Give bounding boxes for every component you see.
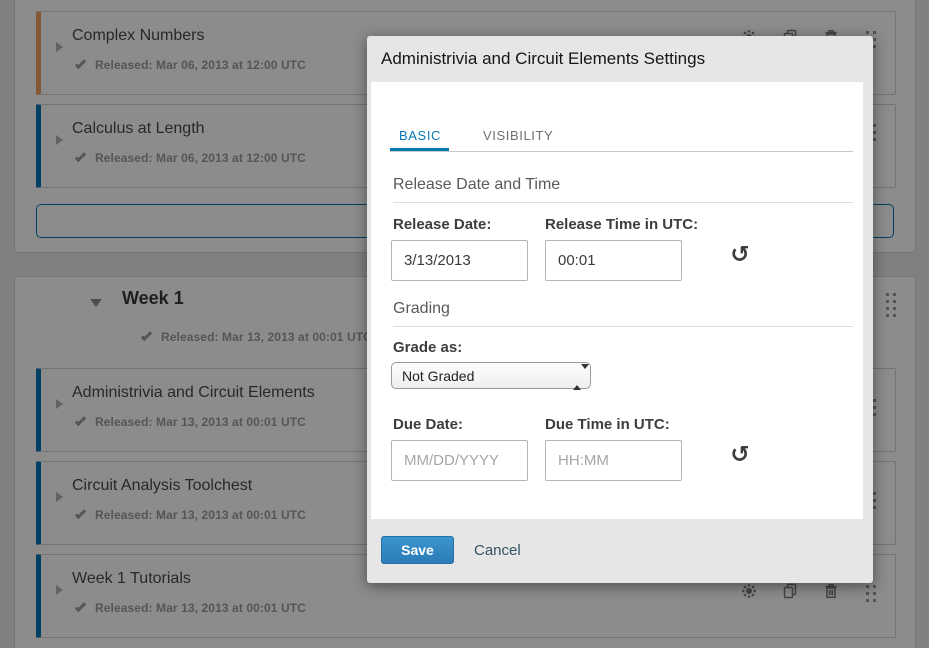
cancel-button[interactable]: Cancel bbox=[474, 542, 521, 559]
tabs-divider bbox=[390, 151, 853, 152]
grade-as-select[interactable]: Not Graded bbox=[391, 362, 591, 389]
due-date-input[interactable] bbox=[391, 440, 528, 481]
subsection-settings-modal: Administrivia and Circuit Elements Setti… bbox=[367, 36, 873, 583]
reset-due-icon[interactable]: ↻ bbox=[727, 442, 753, 468]
due-date-label: Due Date: bbox=[393, 416, 463, 433]
grade-as-label: Grade as: bbox=[393, 339, 462, 356]
due-time-label: Due Time in UTC: bbox=[545, 416, 670, 433]
release-date-label: Release Date: bbox=[393, 216, 491, 233]
grading-section-heading: Grading bbox=[393, 300, 450, 318]
tab-visibility[interactable]: VISIBILITY bbox=[483, 128, 553, 143]
save-button[interactable]: Save bbox=[381, 536, 454, 564]
release-time-label: Release Time in UTC: bbox=[545, 216, 698, 233]
reset-release-icon[interactable]: ↻ bbox=[727, 242, 753, 268]
release-time-input[interactable] bbox=[545, 240, 682, 281]
modal-title: Administrivia and Circuit Elements Setti… bbox=[381, 49, 705, 69]
release-section-heading: Release Date and Time bbox=[393, 176, 560, 194]
grade-as-value: Not Graded bbox=[402, 368, 474, 384]
tab-basic[interactable]: BASIC bbox=[399, 128, 441, 143]
divider bbox=[393, 326, 853, 327]
due-time-input[interactable] bbox=[545, 440, 682, 481]
divider bbox=[393, 202, 853, 203]
studio-outline-screen: Complex Numbers Released: Mar 06, 2013 a… bbox=[0, 0, 929, 648]
select-arrows-icon bbox=[573, 369, 581, 385]
release-date-input[interactable] bbox=[391, 240, 528, 281]
modal-body: BASIC VISIBILITY Release Date and Time R… bbox=[371, 82, 863, 519]
